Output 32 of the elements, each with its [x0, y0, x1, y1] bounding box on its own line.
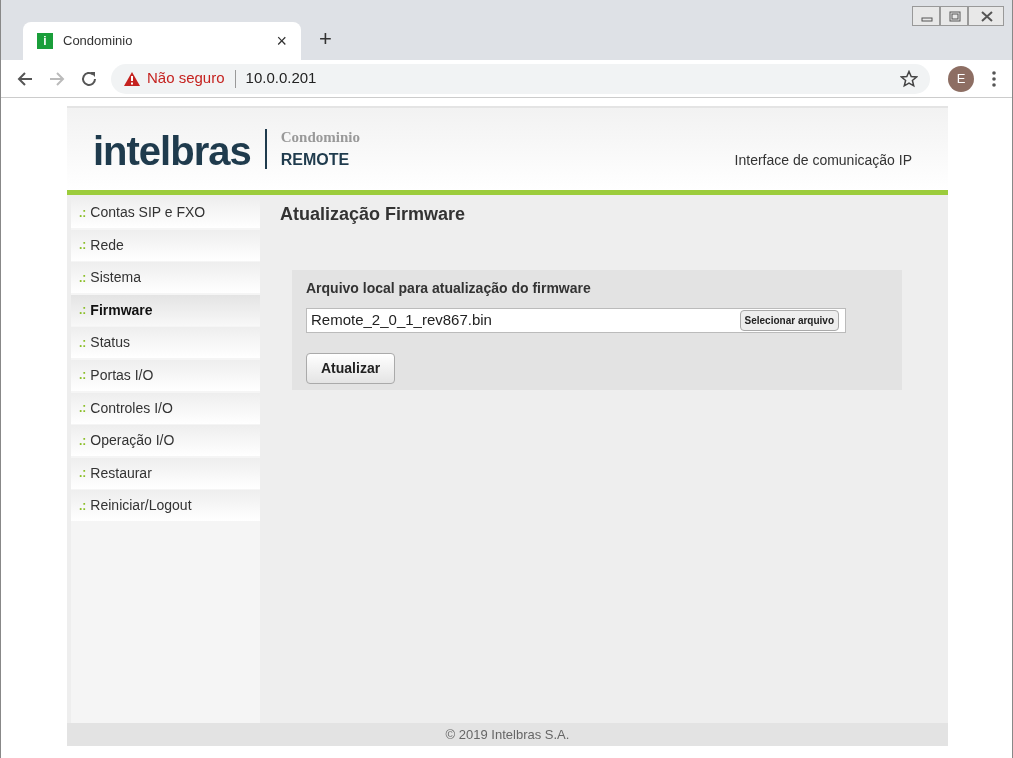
url-text: 10.0.0.201	[245, 68, 318, 89]
star-icon[interactable]	[900, 69, 918, 88]
close-tab-button[interactable]: ×	[276, 32, 287, 50]
profile-avatar[interactable]: E	[948, 65, 974, 92]
warning-icon	[123, 70, 141, 87]
close-icon[interactable]	[968, 6, 1004, 26]
file-field[interactable]: Remote_2_0_1_rev867.bin Selecionar arquivo	[306, 308, 846, 333]
product-line: Condominio	[280, 127, 360, 147]
brand-logo: intelbras	[93, 128, 251, 175]
sidebar-item[interactable]: .: Portas I/O	[71, 359, 260, 391]
file-name: Remote_2_0_1_rev867.bin	[311, 310, 493, 331]
new-tab-button[interactable]: +	[319, 28, 332, 50]
tab-title: Condominio	[63, 32, 134, 51]
favicon: i	[37, 33, 53, 49]
sidebar-item[interactable]: .: Controles I/O	[71, 392, 260, 424]
browser-tab[interactable]: i Condominio ×	[23, 22, 301, 60]
product-name: REMOTE	[280, 150, 351, 171]
address-bar[interactable]: Não seguro 10.0.0.201	[111, 63, 930, 94]
choose-file-button[interactable]: Selecionar arquivo	[739, 310, 839, 331]
panel-label: Arquivo local para atualização do firmware	[306, 279, 592, 298]
sidebar-item[interactable]: .: Sistema	[71, 262, 260, 294]
header-tagline: Interface de comunicação IP	[734, 150, 912, 170]
sidebar-item[interactable]: .: Contas SIP e FXO	[71, 197, 260, 228]
update-button[interactable]: Atualizar	[306, 353, 396, 384]
footer: © 2019 Intelbras S.A.	[67, 723, 948, 746]
sidebar-item[interactable]: .: Operação I/O	[71, 425, 260, 457]
sidebar-item[interactable]: .: Status	[71, 327, 260, 359]
sidebar-item[interactable]: .: Rede	[71, 229, 260, 261]
page-title: Atualização Firmware	[280, 203, 467, 226]
sidebar-item[interactable]: .: Reiniciar/Logout	[71, 490, 260, 522]
sidebar-item[interactable]: .: Restaurar	[71, 457, 260, 489]
security-label: Não seguro	[147, 68, 225, 89]
